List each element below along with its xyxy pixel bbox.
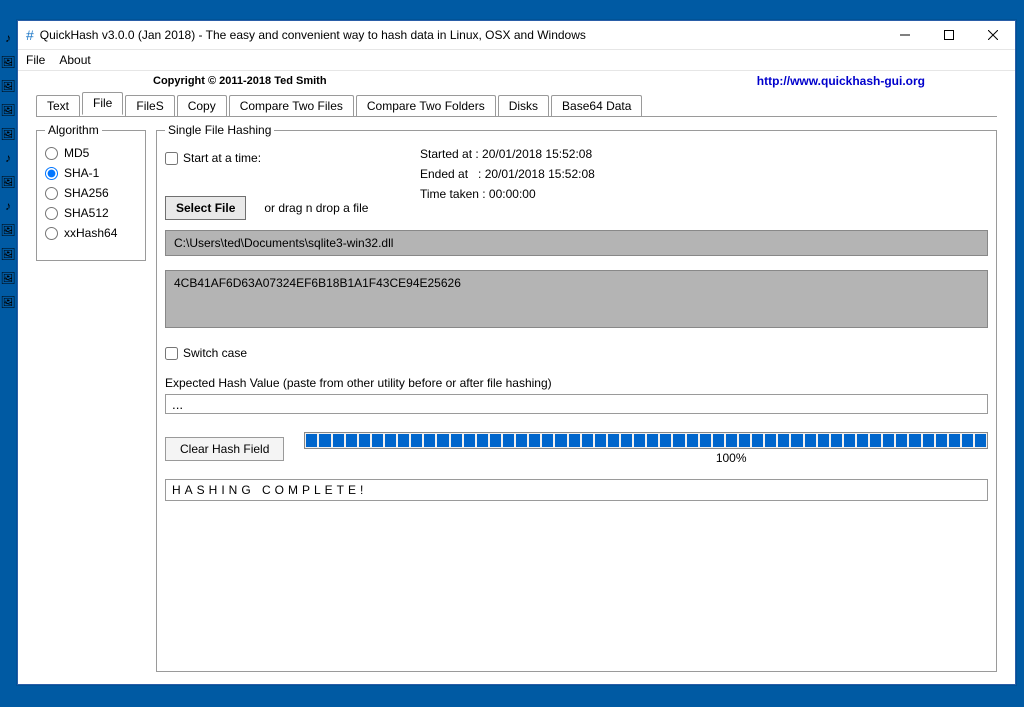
- single-file-hashing-group: Single File Hashing Start at a time: Sta…: [156, 123, 997, 672]
- copyright-text: Copyright © 2011-2018 Ted Smith: [153, 75, 327, 87]
- menubar: File About: [18, 50, 1015, 71]
- algorithm-legend: Algorithm: [45, 123, 102, 137]
- sidebar-icon-4: 🖼: [0, 102, 16, 118]
- tab-files[interactable]: FileS: [125, 95, 174, 116]
- sidebar-icon-6: ♪: [0, 150, 16, 166]
- desktop-sidebar: ♪ 🖼 🖼 🖼 🖼 ♪ 🖼 ♪ 🖼 🖼 🖼 🖼: [0, 20, 17, 707]
- tab-file[interactable]: File: [82, 92, 123, 115]
- menu-about[interactable]: About: [59, 53, 90, 67]
- info-row: Copyright © 2011-2018 Ted Smith http://w…: [18, 71, 1015, 91]
- radio-sha256[interactable]: SHA256: [45, 183, 137, 203]
- sidebar-icon-8: ♪: [0, 198, 16, 214]
- sidebar-icon-9: 🖼: [0, 222, 16, 238]
- titlebar: # QuickHash v3.0.0 (Jan 2018) - The easy…: [18, 21, 1015, 50]
- window-title: QuickHash v3.0.0 (Jan 2018) - The easy a…: [40, 28, 586, 42]
- tab-bar: Text File FileS Copy Compare Two Files C…: [18, 91, 1015, 116]
- app-icon: #: [26, 28, 34, 42]
- radio-md5[interactable]: MD5: [45, 143, 137, 163]
- sidebar-icon-5: 🖼: [0, 126, 16, 142]
- radio-sha1[interactable]: SHA-1: [45, 163, 137, 183]
- website-link[interactable]: http://www.quickhash-gui.org: [757, 74, 925, 88]
- close-button[interactable]: [971, 21, 1015, 49]
- tab-compare-folders[interactable]: Compare Two Folders: [356, 95, 496, 116]
- tab-compare-files[interactable]: Compare Two Files: [229, 95, 354, 116]
- sidebar-icon-2: 🖼: [0, 54, 16, 70]
- status-message: HASHING COMPLETE!: [165, 479, 988, 501]
- tab-copy[interactable]: Copy: [177, 95, 227, 116]
- single-file-legend: Single File Hashing: [165, 123, 274, 137]
- tab-disks[interactable]: Disks: [498, 95, 549, 116]
- tab-content: Algorithm MD5 SHA-1 SHA256: [36, 116, 997, 672]
- radio-sha512[interactable]: SHA512: [45, 203, 137, 223]
- started-at-label: Started at : 20/01/2018 15:52:08: [420, 147, 988, 167]
- ended-at-label: Ended at : 20/01/2018 15:52:08: [420, 167, 988, 187]
- expected-hash-label: Expected Hash Value (paste from other ut…: [165, 376, 988, 390]
- expected-hash-input[interactable]: [165, 394, 988, 414]
- progress-percent: 100%: [304, 451, 988, 465]
- maximize-button[interactable]: [927, 21, 971, 49]
- algorithm-group: Algorithm MD5 SHA-1 SHA256: [36, 123, 146, 261]
- sidebar-icon-12: 🖼: [0, 294, 16, 310]
- checkbox-start-at-a-time[interactable]: Start at a time:: [165, 149, 420, 167]
- file-path-display: C:\Users\ted\Documents\sqlite3-win32.dll: [165, 230, 988, 256]
- checkbox-switch-case[interactable]: Switch case: [165, 344, 988, 362]
- clear-hash-button[interactable]: Clear Hash Field: [165, 437, 284, 461]
- progress-bar: [304, 432, 988, 449]
- sidebar-icon-11: 🖼: [0, 270, 16, 286]
- app-window: # QuickHash v3.0.0 (Jan 2018) - The easy…: [17, 20, 1016, 685]
- tab-base64[interactable]: Base64 Data: [551, 95, 642, 116]
- menu-file[interactable]: File: [26, 53, 45, 67]
- select-file-button[interactable]: Select File: [165, 196, 246, 220]
- hash-result-display: 4CB41AF6D63A07324EF6B18B1A1F43CE94E25626: [165, 270, 988, 328]
- drag-drop-hint: or drag n drop a file: [264, 201, 368, 215]
- minimize-button[interactable]: [883, 21, 927, 49]
- sidebar-icon-10: 🖼: [0, 246, 16, 262]
- sidebar-icon-1: ♪: [0, 30, 16, 46]
- tab-text[interactable]: Text: [36, 95, 80, 116]
- sidebar-icon-7: 🖼: [0, 174, 16, 190]
- sidebar-icon-3: 🖼: [0, 78, 16, 94]
- radio-xxhash64[interactable]: xxHash64: [45, 223, 137, 243]
